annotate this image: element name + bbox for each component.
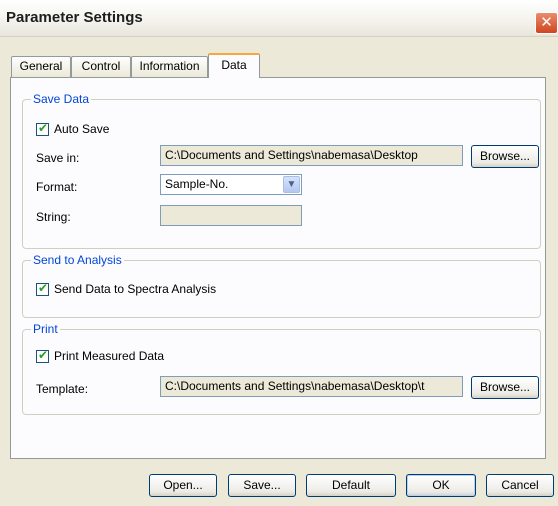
save-in-label: Save in:: [36, 151, 80, 165]
send-data-checkbox[interactable]: ✔: [36, 281, 49, 296]
chevron-down-icon[interactable]: ▼: [283, 176, 300, 193]
check-icon: ✔: [38, 121, 49, 135]
print-group: Print ✔ Print Measured Data Template: C:…: [22, 322, 541, 415]
close-icon[interactable]: ✕: [535, 12, 558, 34]
template-field[interactable]: C:\Documents and Settings\nabemasa\Deskt…: [160, 376, 463, 397]
parameter-settings-dialog: Parameter Settings ✕ General Control Inf…: [0, 0, 558, 506]
tab-control[interactable]: Control: [71, 56, 131, 77]
tab-data[interactable]: Data: [208, 53, 260, 78]
string-field[interactable]: [160, 205, 302, 226]
save-data-group-title: Save Data: [31, 92, 92, 106]
title-bar[interactable]: Parameter Settings ✕: [0, 0, 558, 37]
format-select[interactable]: Sample-No. ▼: [160, 174, 302, 195]
tab-general[interactable]: General: [11, 56, 71, 77]
print-group-title: Print: [31, 322, 60, 336]
save-in-browse-button[interactable]: Browse...: [471, 145, 539, 168]
template-label: Template:: [36, 382, 89, 396]
string-label: String:: [36, 210, 71, 224]
print-measured-checkbox[interactable]: ✔: [36, 348, 49, 363]
save-button[interactable]: Save...: [228, 474, 296, 497]
send-to-analysis-group: Send to Analysis ✔ Send Data to Spectra …: [22, 253, 541, 318]
auto-save-checkbox[interactable]: ✔: [36, 121, 49, 136]
template-browse-button[interactable]: Browse...: [471, 376, 539, 399]
ok-button[interactable]: OK: [406, 474, 476, 497]
send-to-analysis-group-title: Send to Analysis: [31, 253, 124, 267]
format-label: Format:: [36, 180, 78, 194]
cancel-button[interactable]: Cancel: [486, 474, 554, 497]
auto-save-label: Auto Save: [54, 122, 110, 136]
save-data-group: Save Data ✔ Auto Save Save in: C:\Docume…: [22, 92, 541, 249]
default-button[interactable]: Default: [306, 474, 396, 497]
tab-panel-data: Save Data ✔ Auto Save Save in: C:\Docume…: [10, 77, 546, 459]
tab-information[interactable]: Information: [131, 56, 208, 77]
window-title: Parameter Settings: [6, 9, 143, 26]
open-button[interactable]: Open...: [149, 474, 217, 497]
format-select-value: Sample-No.: [165, 177, 229, 191]
check-icon: ✔: [38, 348, 49, 362]
save-in-field[interactable]: C:\Documents and Settings\nabemasa\Deskt…: [160, 145, 463, 166]
send-data-label: Send Data to Spectra Analysis: [54, 282, 217, 296]
print-measured-label: Print Measured Data: [54, 349, 165, 363]
check-icon: ✔: [38, 281, 49, 295]
